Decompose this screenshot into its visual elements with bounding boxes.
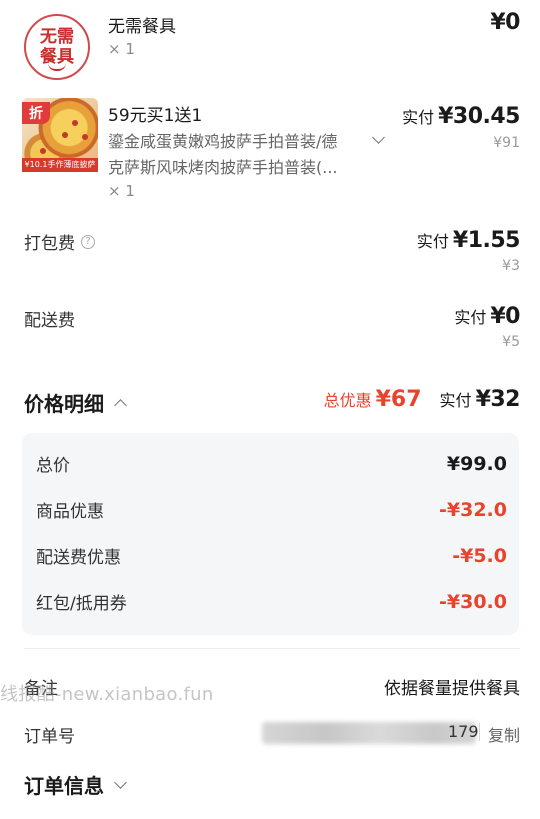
expand-chevron-icon[interactable] [372, 131, 385, 144]
row-label: 总价 [36, 456, 70, 476]
breakdown-row-delivery-discount: 配送费优惠 -¥5.0 [36, 543, 507, 569]
price-breakdown-panel: 总价 ¥99.0 商品优惠 -¥32.0 配送费优惠 -¥5.0 红包/抵用券 … [22, 433, 519, 635]
badge-underline-icon [48, 63, 66, 71]
packing-fee-label: 打包费 [24, 234, 75, 254]
item-qty: × 1 [108, 40, 135, 58]
breakdown-row-coupon: 红包/抵用券 -¥30.0 [36, 589, 507, 615]
item-price: ¥0 [490, 10, 520, 35]
total-discount-value: ¥67 [375, 387, 422, 412]
row-value: ¥99.0 [446, 452, 507, 475]
packing-fee-paid: 实付 ¥1.55 [416, 228, 521, 253]
paid-price: ¥0 [490, 304, 520, 329]
copy-button[interactable]: 复制 [488, 722, 520, 746]
paid-price: ¥30.45 [438, 104, 520, 129]
paid-price: ¥1.55 [452, 228, 521, 253]
breakdown-row-total: 总价 ¥99.0 [36, 451, 507, 477]
divider [24, 648, 520, 649]
row-label: 红包/抵用券 [36, 594, 127, 614]
original-price: ¥5 [502, 334, 520, 350]
discount-tag: 折 [22, 102, 50, 124]
item-name-line-2: 克萨斯风味烤肉披萨手拍普装(... [108, 158, 338, 177]
order-number-label: 订单号 [24, 727, 75, 747]
item-qty: × 1 [108, 182, 135, 200]
packing-fee-row: 打包费 ? [24, 229, 95, 254]
paid-label: 实付 [439, 391, 472, 410]
collapse-chevron-icon [114, 399, 127, 412]
row-value: -¥5.0 [452, 544, 507, 567]
delivery-fee-paid: 实付 ¥0 [454, 304, 520, 329]
thumbnail-strip: ¥10.1手作薄底披萨 [22, 158, 98, 172]
remarks-value: 依据餐量提供餐具 [384, 679, 520, 699]
badge-line-1: 无需 [40, 27, 74, 47]
paid-value: ¥32 [475, 387, 521, 412]
total-discount-label: 总优惠 [323, 391, 372, 410]
expand-chevron-icon [114, 776, 127, 789]
order-number-redacted [262, 722, 476, 744]
row-label: 商品优惠 [36, 502, 104, 522]
row-value: -¥32.0 [439, 498, 507, 521]
order-number-tail: 179 [448, 722, 479, 741]
order-info-title: 订单信息 [24, 774, 104, 798]
order-info-toggle[interactable]: 订单信息 [24, 770, 127, 799]
item-name-line-1: 鎏金咸蛋黄嫩鸡披萨手拍普装/德 [108, 132, 338, 151]
paid-label: 实付 [402, 108, 435, 127]
row-value: -¥30.0 [439, 590, 507, 613]
item-name: 无需餐具 [108, 17, 176, 37]
original-price: ¥3 [502, 258, 520, 274]
item-paid: 实付 ¥30.45 [402, 104, 520, 129]
paid-label: 实付 [454, 308, 487, 327]
watermark: 线报酷-new.xianbao.fun [0, 684, 214, 705]
paid-label: 实付 [416, 232, 449, 251]
breakdown-row-item-discount: 商品优惠 -¥32.0 [36, 497, 507, 523]
row-label: 配送费优惠 [36, 548, 121, 568]
original-price: ¥91 [493, 135, 520, 151]
info-icon[interactable]: ? [81, 234, 95, 249]
price-detail-toggle[interactable]: 价格明细 [24, 388, 127, 417]
no-tableware-badge: 无需 餐具 [24, 14, 90, 80]
delivery-fee-label: 配送费 [24, 311, 75, 331]
price-detail-title: 价格明细 [24, 392, 104, 416]
price-summary: 总优惠 ¥67 实付 ¥32 [323, 387, 521, 412]
item-promo: 59元买1送1 [108, 106, 203, 126]
separator [479, 723, 480, 741]
